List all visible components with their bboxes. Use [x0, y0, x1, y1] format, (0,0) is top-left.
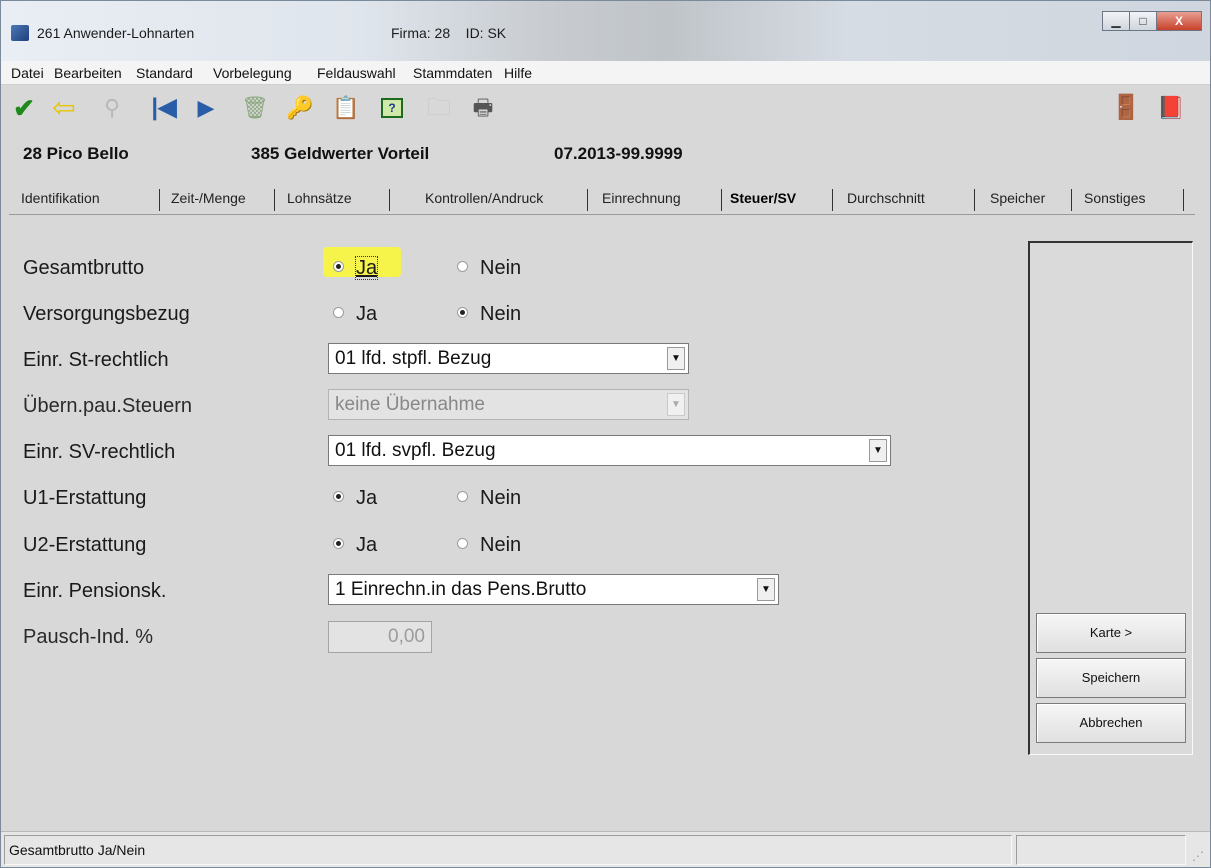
- print-icon[interactable]: 🖶: [468, 93, 498, 123]
- menu-hilfe[interactable]: Hilfe: [504, 65, 532, 81]
- einr-st-label: Einr. St-rechtlich: [23, 349, 169, 371]
- menu-vorbelegung[interactable]: Vorbelegung: [213, 65, 292, 81]
- lohnart-label: 385 Geldwerter Vorteil: [251, 144, 430, 163]
- einr-st-select[interactable]: 01 lfd. stpfl. Bezug ▼: [328, 343, 689, 374]
- close-button[interactable]: X: [1156, 11, 1202, 31]
- radio-selected-icon: [333, 538, 344, 550]
- gesamtbrutto-ja-radio[interactable]: Ja: [333, 256, 379, 280]
- tab-durchschnitt[interactable]: Durchschnitt: [847, 190, 925, 206]
- tab-strip: Identifikation Zeit-/Menge Lohnsätze Kon…: [9, 187, 1204, 213]
- company-label: 28 Pico Bello: [23, 144, 129, 163]
- pausch-ind-label: Pausch-Ind. %: [23, 626, 154, 648]
- application-window: 261 Anwender-Lohnarten Firma: 28 ID: SK …: [0, 0, 1211, 868]
- gesamtbrutto-nein-radio[interactable]: Nein: [457, 257, 521, 280]
- pausch-ind-input: 0,00: [328, 621, 432, 653]
- status-text: Gesamtbrutto Ja/Nein: [4, 835, 1012, 865]
- tab-zeit-menge[interactable]: Zeit-/Menge: [171, 190, 246, 206]
- radio-empty-icon: [457, 261, 468, 273]
- menu-datei[interactable]: Datei: [11, 65, 44, 81]
- checkmark-icon[interactable]: ✔: [9, 93, 39, 123]
- u1-nein-radio[interactable]: Nein: [457, 487, 521, 510]
- einr-sv-label: Einr. SV-rechtlich: [23, 441, 176, 463]
- export-icon[interactable]: 📋: [331, 93, 361, 123]
- next-record-icon[interactable]: ▶: [191, 93, 221, 123]
- u2-nein-radio[interactable]: Nein: [457, 534, 521, 557]
- u1-erstattung-label: U1-Erstattung: [23, 487, 147, 509]
- uebern-select: keine Übernahme ▼: [328, 389, 689, 420]
- help-icon[interactable]: ?: [377, 93, 407, 123]
- chevron-down-icon[interactable]: ▼: [757, 578, 775, 601]
- u2-ja-radio[interactable]: Ja: [333, 534, 377, 557]
- menu-standard[interactable]: Standard: [136, 65, 193, 81]
- chevron-down-icon: ▼: [667, 393, 685, 416]
- status-cell-empty: [1016, 835, 1186, 865]
- uebern-label: Übern.pau.Steuern: [23, 395, 193, 417]
- tab-sonstiges[interactable]: Sonstiges: [1084, 190, 1145, 206]
- karte-button[interactable]: Karte >: [1036, 613, 1186, 653]
- window-title: 261 Anwender-Lohnarten: [37, 25, 195, 41]
- title-bar[interactable]: 261 Anwender-Lohnarten Firma: 28 ID: SK …: [1, 1, 1210, 61]
- menu-bar: Datei Bearbeiten Standard Vorbelegung Fe…: [1, 61, 1210, 85]
- tab-steuer-sv[interactable]: Steuer/SV: [730, 190, 796, 206]
- radio-selected-icon: [333, 491, 344, 503]
- pensionsk-label: Einr. Pensionsk.: [23, 580, 167, 602]
- tab-lohnsaetze[interactable]: Lohnsätze: [287, 190, 352, 206]
- firma-id-label: Firma: 28 ID: SK: [391, 25, 507, 41]
- status-bar: Gesamtbrutto Ja/Nein ⋰: [1, 831, 1210, 867]
- toolbar: ✔ ⇦ ⚲ |◀ ▶ 🗑 🔑 📋 ? 🗀 🖶 🚪 📕: [1, 85, 1210, 129]
- versorgungsbezug-ja-radio[interactable]: Ja: [333, 303, 377, 326]
- radio-empty-icon: [457, 491, 468, 503]
- chevron-down-icon[interactable]: ▼: [667, 347, 685, 370]
- minimize-button[interactable]: ▁: [1102, 11, 1130, 31]
- versorgungsbezug-label: Versorgungsbezug: [23, 303, 190, 325]
- book-icon[interactable]: 📕: [1156, 93, 1186, 123]
- key-icon[interactable]: 🔑: [285, 93, 315, 123]
- radio-selected-icon: [457, 307, 468, 319]
- maximize-button[interactable]: □: [1129, 11, 1157, 31]
- radio-empty-icon: [457, 538, 468, 550]
- recycle-bin-icon[interactable]: 🗑: [240, 93, 270, 123]
- gesamtbrutto-label: Gesamtbrutto: [23, 257, 145, 279]
- menu-feldauswahl[interactable]: Feldauswahl: [317, 65, 396, 81]
- tab-einrechnung[interactable]: Einrechnung: [602, 190, 681, 206]
- pensionsk-select[interactable]: 1 Einrechn.in das Pens.Brutto ▼: [328, 574, 779, 605]
- u2-erstattung-label: U2-Erstattung: [23, 534, 147, 556]
- versorgungsbezug-nein-radio[interactable]: Nein: [457, 303, 521, 326]
- einr-sv-select[interactable]: 01 lfd. svpfl. Bezug ▼: [328, 435, 891, 466]
- abbrechen-button[interactable]: Abbrechen: [1036, 703, 1186, 743]
- first-record-icon[interactable]: |◀: [149, 93, 179, 123]
- chevron-down-icon[interactable]: ▼: [869, 439, 887, 462]
- period-label: 07.2013-99.9999: [554, 144, 683, 163]
- tab-speicher[interactable]: Speicher: [990, 190, 1045, 206]
- back-arrow-icon[interactable]: ⇦: [49, 93, 79, 123]
- tab-identifikation[interactable]: Identifikation: [21, 190, 100, 206]
- radio-selected-icon: [333, 261, 344, 273]
- u1-ja-radio[interactable]: Ja: [333, 487, 377, 510]
- menu-stammdaten[interactable]: Stammdaten: [413, 65, 492, 81]
- menu-bearbeiten[interactable]: Bearbeiten: [54, 65, 122, 81]
- folder-icon[interactable]: 🗀: [424, 93, 454, 123]
- speichern-button[interactable]: Speichern: [1036, 658, 1186, 698]
- radio-empty-icon: [333, 307, 344, 319]
- app-icon: [11, 25, 29, 41]
- exit-door-icon[interactable]: 🚪: [1111, 93, 1141, 123]
- tab-kontrollen-andruck[interactable]: Kontrollen/Andruck: [425, 190, 543, 206]
- resize-grip-icon[interactable]: ⋰: [1192, 849, 1204, 863]
- binoculars-icon[interactable]: ⚲: [97, 93, 127, 123]
